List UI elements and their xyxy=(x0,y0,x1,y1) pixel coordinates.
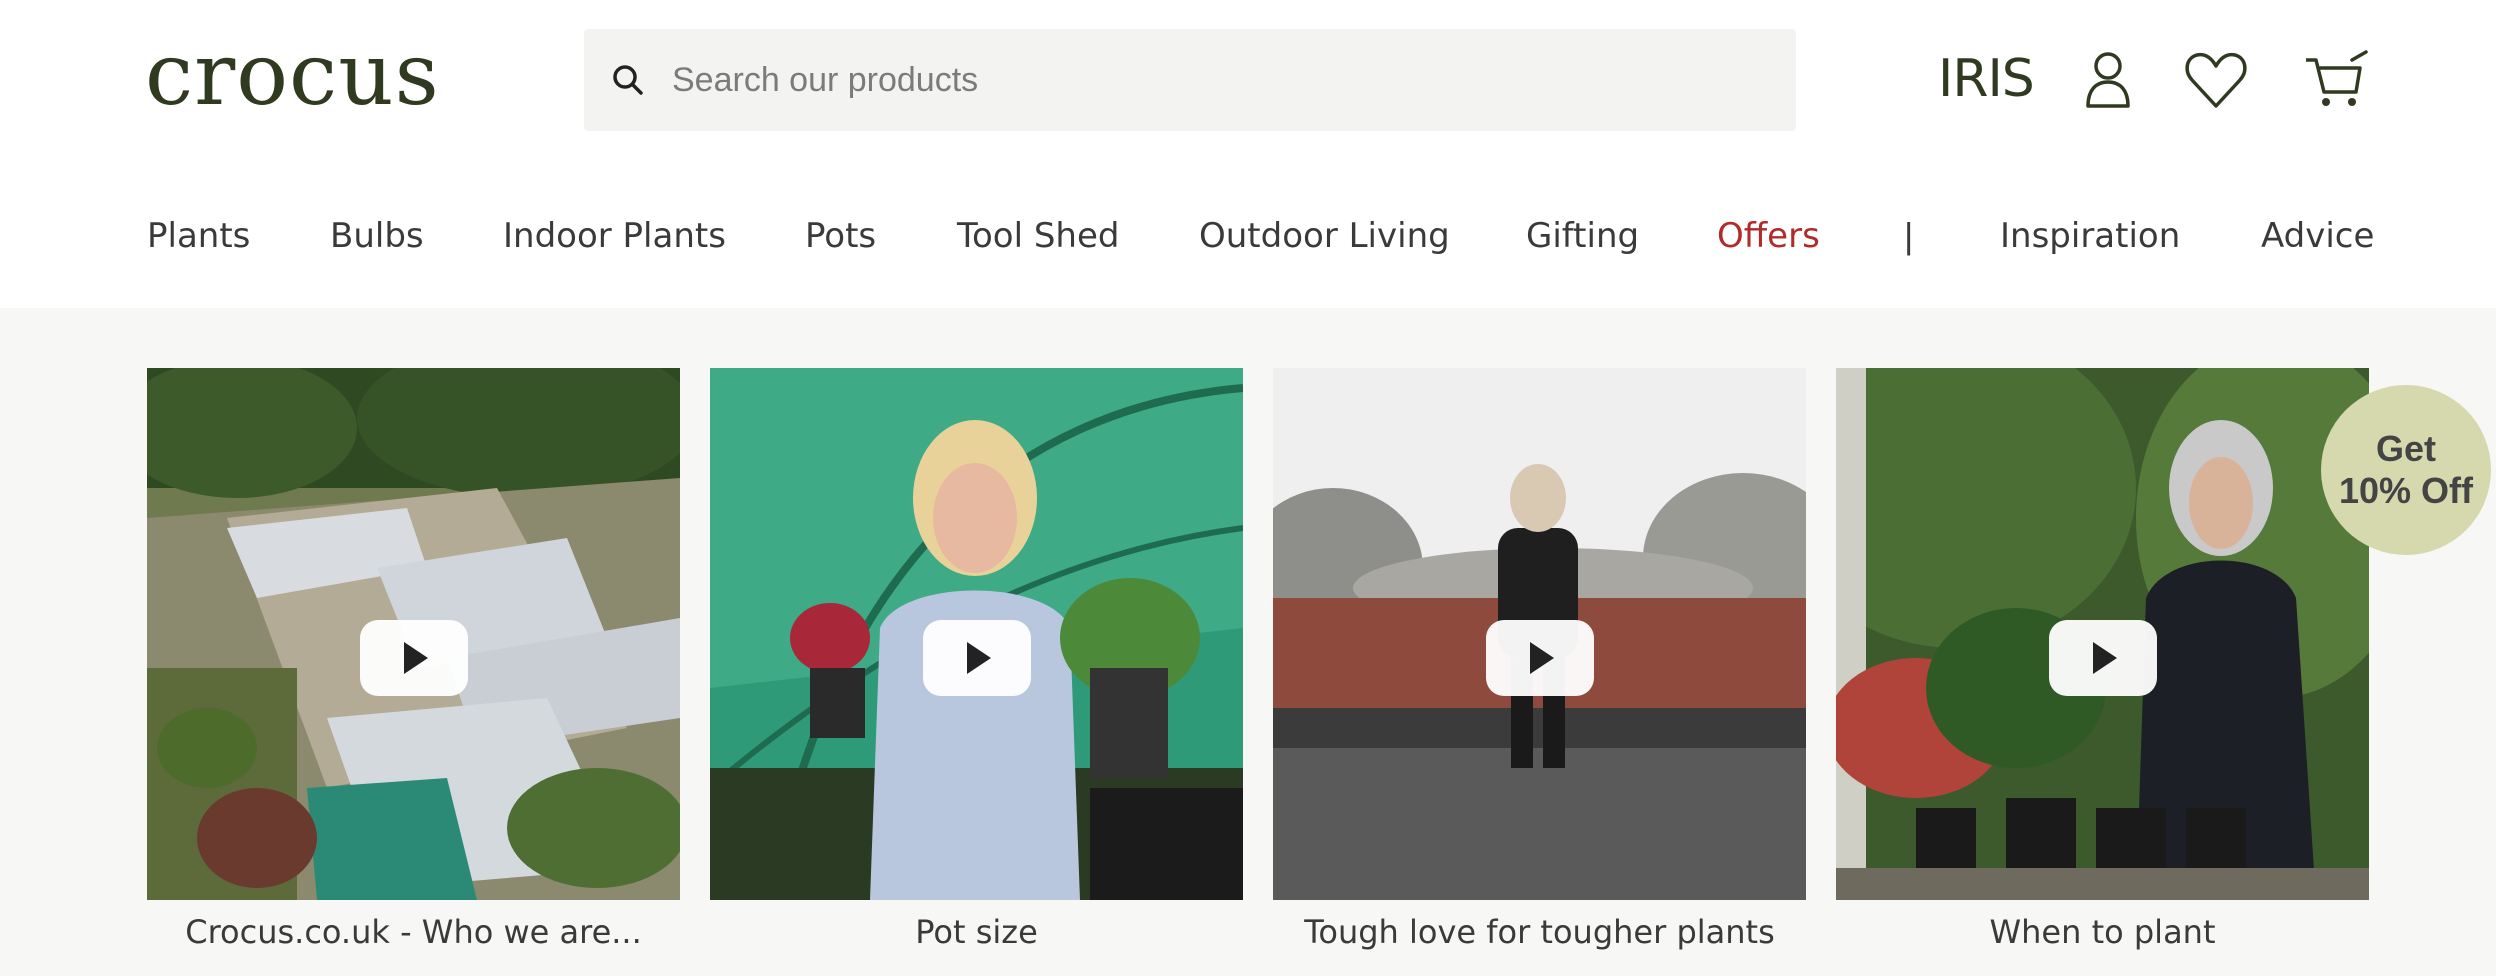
cart-icon[interactable] xyxy=(2302,46,2370,114)
play-icon xyxy=(404,642,428,674)
search-icon[interactable] xyxy=(608,60,648,100)
video-caption[interactable]: Pot size xyxy=(710,913,1243,951)
heart-icon[interactable] xyxy=(2182,46,2250,114)
play-icon xyxy=(2093,642,2117,674)
nav-separator: | xyxy=(1904,215,1914,256)
nav-offers[interactable]: Offers xyxy=(1717,205,1820,267)
site-header: crocus IRIS Plants Bulbs Indoor Plants P… xyxy=(0,0,2496,308)
iris-link[interactable]: IRIS xyxy=(1938,44,2035,114)
play-icon xyxy=(967,642,991,674)
play-button[interactable] xyxy=(360,620,468,696)
video-caption[interactable]: When to plant xyxy=(1836,913,2369,951)
user-icon[interactable] xyxy=(2074,46,2142,114)
nav-indoor-plants[interactable]: Indoor Plants xyxy=(503,205,726,267)
promo-line-2: 10% Off xyxy=(2338,470,2474,511)
nav-plants[interactable]: Plants xyxy=(147,205,250,267)
video-thumbnail[interactable] xyxy=(1273,368,1806,900)
video-card[interactable]: Tough love for tougher plants xyxy=(1273,368,1806,951)
nav-gifting[interactable]: Gifting xyxy=(1526,205,1639,267)
video-thumbnail[interactable] xyxy=(710,368,1243,900)
nav-advice[interactable]: Advice xyxy=(2261,205,2374,267)
nav-outdoor-living[interactable]: Outdoor Living xyxy=(1199,205,1450,267)
discount-badge[interactable]: Get 10% Off xyxy=(2321,385,2491,555)
video-card[interactable]: Crocus.co.uk - Who we are... xyxy=(147,368,680,951)
play-button[interactable] xyxy=(2049,620,2157,696)
play-button[interactable] xyxy=(923,620,1031,696)
play-button[interactable] xyxy=(1486,620,1594,696)
nav-pots[interactable]: Pots xyxy=(805,205,876,267)
video-thumbnail[interactable] xyxy=(147,368,680,900)
video-caption[interactable]: Tough love for tougher plants xyxy=(1273,913,1806,951)
video-caption[interactable]: Crocus.co.uk - Who we are... xyxy=(147,913,680,951)
nav-bulbs[interactable]: Bulbs xyxy=(330,205,424,267)
search-bar[interactable] xyxy=(584,29,1796,131)
main-nav: Plants Bulbs Indoor Plants Pots Tool She… xyxy=(0,205,2496,267)
video-thumbnail[interactable] xyxy=(1836,368,2369,900)
nav-inspiration[interactable]: Inspiration xyxy=(2000,205,2180,267)
video-card[interactable]: When to plant xyxy=(1836,368,2369,951)
video-card[interactable]: Pot size xyxy=(710,368,1243,951)
search-input[interactable] xyxy=(672,29,1772,131)
play-icon xyxy=(1530,642,1554,674)
promo-line-1: Get xyxy=(2375,428,2436,469)
crocus-logo[interactable]: crocus xyxy=(145,30,440,120)
nav-tool-shed[interactable]: Tool Shed xyxy=(957,205,1119,267)
